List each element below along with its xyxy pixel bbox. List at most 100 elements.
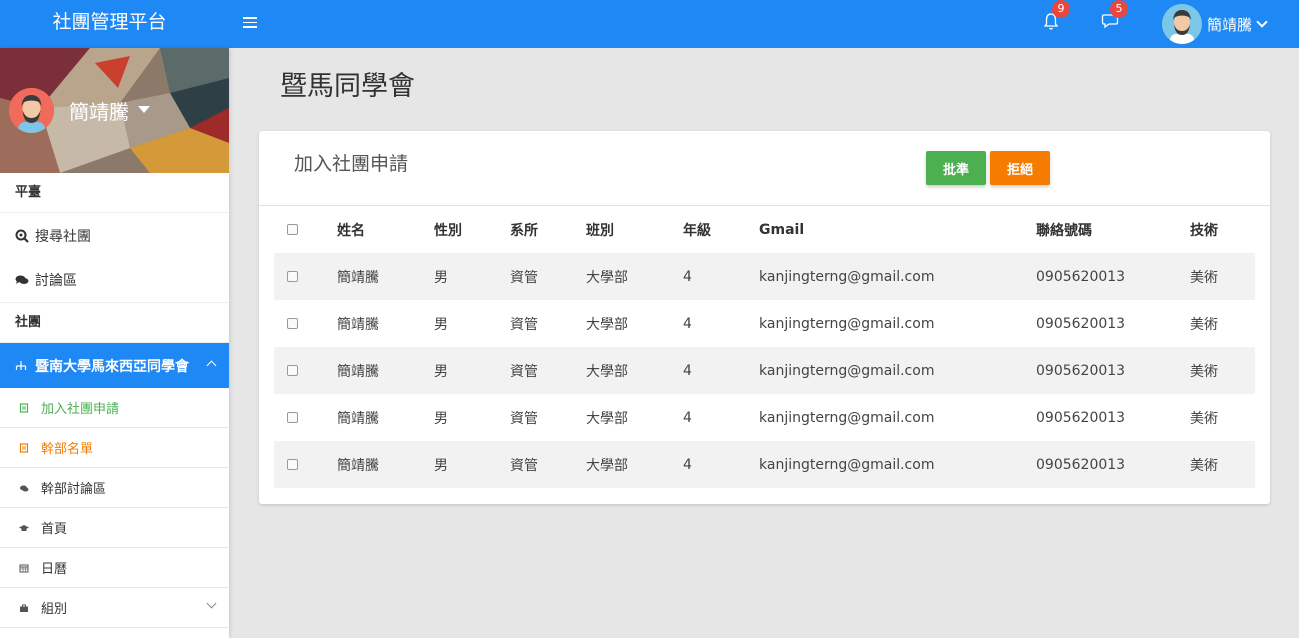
- sidebar-item-label: 討論區: [35, 273, 77, 289]
- chevron-down-icon: [206, 598, 217, 609]
- cell-year: 4: [683, 441, 759, 488]
- column-header[interactable]: 系所: [510, 206, 586, 253]
- cell-department: 資管: [510, 316, 538, 333]
- comments-icon: [20, 485, 29, 491]
- avatar: [1162, 4, 1202, 44]
- cell-phone: 0905620013: [1036, 253, 1190, 300]
- cell-gmail: kanjingterng@gmail.com: [759, 409, 935, 426]
- graduation-cap-icon: [19, 524, 29, 531]
- sidebar-profile: 簡靖騰: [0, 48, 229, 173]
- brand-title[interactable]: 社團管理平台: [0, 0, 219, 48]
- cell-department: 資管: [510, 441, 586, 488]
- notifications-button[interactable]: 9: [1043, 0, 1070, 33]
- table-header-row: 姓名 性別 系所 班別 年級 Gmail 聯絡號碼 技術: [274, 206, 1255, 253]
- caret-down-icon[interactable]: [138, 106, 150, 113]
- user-menu[interactable]: 簡靖騰: [1162, 4, 1268, 44]
- cell-gmail: kanjingterng@gmail.com: [759, 315, 935, 332]
- cell-year: 4: [683, 253, 759, 300]
- cell-name: 簡靖騰: [337, 253, 434, 300]
- messages-button[interactable]: 5: [1101, 0, 1128, 33]
- cell-skill: 美術: [1190, 441, 1255, 488]
- sidebar-item-discussion[interactable]: 討論區: [0, 258, 229, 303]
- column-header[interactable]: 性別: [434, 206, 510, 253]
- sidebar-item-officer-discussion[interactable]: 幹部討論區: [0, 468, 229, 508]
- cell-gmail: kanjingterng@gmail.com: [759, 347, 1036, 394]
- chevron-up-icon: [206, 360, 217, 371]
- row-checkbox[interactable]: [287, 459, 298, 470]
- requests-table: 姓名 性別 系所 班別 年級 Gmail 聯絡號碼 技術 簡靖騰 男 資管 大學…: [274, 206, 1255, 488]
- sidebar-item-label: 幹部討論區: [41, 482, 107, 497]
- table-row[interactable]: 簡靖騰 男 資管 大學部 4 kanjingterng@gmail.com 09…: [274, 300, 1255, 347]
- list-icon: [19, 442, 29, 453]
- column-header[interactable]: 技術: [1190, 206, 1255, 253]
- card-header: 加入社團申請 批準 拒絕: [259, 131, 1270, 206]
- cell-gmail: kanjingterng@gmail.com: [759, 253, 1036, 300]
- column-header[interactable]: 聯絡號碼: [1036, 206, 1190, 253]
- table-row[interactable]: 簡靖騰 男 資管 大學部 4 kanjingterng@gmail.com 09…: [274, 347, 1255, 394]
- cell-class: 大學部: [586, 410, 628, 427]
- select-all-cell: [274, 206, 337, 253]
- table-row[interactable]: 簡靖騰 男 資管 大學部 4 kanjingterng@gmail.com 09…: [274, 253, 1255, 300]
- top-navbar: 社團管理平台 9 5 簡靖騰: [0, 0, 1299, 48]
- row-checkbox[interactable]: [287, 365, 298, 376]
- cell-phone: 0905620013: [1036, 441, 1190, 488]
- select-all-checkbox[interactable]: [287, 224, 298, 235]
- sidebar-item-home[interactable]: 首頁: [0, 508, 229, 548]
- sidebar-item-calendar[interactable]: 日曆: [0, 548, 229, 588]
- cell-class: 大學部: [586, 441, 683, 488]
- approve-button[interactable]: 批準: [926, 151, 986, 185]
- column-header[interactable]: 姓名: [337, 206, 434, 253]
- column-header[interactable]: 班別: [586, 206, 683, 253]
- sidebar-item-search-clubs[interactable]: 搜尋社團: [0, 213, 229, 258]
- row-checkbox[interactable]: [287, 412, 298, 423]
- cell-name: 簡靖騰: [337, 410, 379, 427]
- card-title: 加入社團申請: [294, 153, 409, 175]
- table-row[interactable]: 簡靖騰 男 資管 大學部 4 kanjingterng@gmail.com 09…: [274, 441, 1255, 488]
- column-header[interactable]: Gmail: [759, 206, 1036, 253]
- cell-department: 資管: [510, 410, 538, 427]
- cell-gender: 男: [434, 410, 448, 427]
- calendar-icon: [19, 564, 29, 572]
- sidebar-group-club[interactable]: 暨南大學馬來西亞同學會: [0, 343, 229, 388]
- cell-class: 大學部: [586, 253, 683, 300]
- search-icon: [15, 229, 29, 243]
- page-title: 暨馬同學會: [280, 71, 415, 102]
- cell-department: 資管: [510, 347, 586, 394]
- sidebar-item-officers[interactable]: 幹部名單: [0, 428, 229, 468]
- messages-badge: 5: [1110, 0, 1128, 18]
- menu-toggle-icon[interactable]: [243, 14, 261, 32]
- profile-avatar[interactable]: [9, 88, 54, 133]
- column-header[interactable]: 年級: [683, 206, 759, 253]
- cell-name: 簡靖騰: [337, 441, 434, 488]
- cell-gender: 男: [434, 253, 510, 300]
- notifications-badge: 9: [1052, 0, 1070, 18]
- profile-name[interactable]: 簡靖騰: [69, 96, 129, 125]
- cell-gender: 男: [434, 347, 510, 394]
- cell-skill: 美術: [1190, 253, 1255, 300]
- cell-name: 簡靖騰: [337, 316, 379, 333]
- sidebar-item-label: 搜尋社團: [35, 228, 91, 245]
- row-checkbox[interactable]: [287, 271, 298, 282]
- section-clubs: 社團: [0, 303, 229, 343]
- cell-year: 4: [683, 347, 759, 394]
- sidebar-item-join-requests[interactable]: 加入社團申請: [0, 388, 229, 428]
- table-row[interactable]: 簡靖騰 男 資管 大學部 4 kanjingterng@gmail.com 09…: [274, 394, 1255, 441]
- sidebar-item-groups[interactable]: 組別: [0, 588, 229, 628]
- cell-skill: 美術: [1190, 316, 1218, 333]
- sidebar: 簡靖騰 平臺 搜尋社團 討論區 社團 暨南大學馬來西亞同學會 加入社團申請 幹部…: [0, 48, 229, 638]
- cell-phone: 0905620013: [1036, 409, 1126, 426]
- cell-skill: 美術: [1190, 410, 1218, 427]
- sidebar-group-label: 暨南大學馬來西亞同學會: [35, 358, 189, 375]
- join-requests-card: 加入社團申請 批準 拒絕 姓名 性別 系所 班別 年級 Gmail 聯絡號碼 技…: [259, 131, 1270, 504]
- row-checkbox[interactable]: [287, 318, 298, 329]
- comments-icon: [15, 275, 29, 284]
- document-icon: [19, 402, 29, 413]
- cell-year: 4: [683, 315, 692, 332]
- sidebar-item-label: 首頁: [41, 522, 68, 537]
- briefcase-icon: [20, 604, 28, 612]
- cell-gmail: kanjingterng@gmail.com: [759, 441, 1036, 488]
- cell-phone: 0905620013: [1036, 315, 1126, 332]
- reject-button[interactable]: 拒絕: [990, 151, 1050, 185]
- sitemap-icon: [15, 360, 27, 370]
- cell-class: 大學部: [586, 316, 628, 333]
